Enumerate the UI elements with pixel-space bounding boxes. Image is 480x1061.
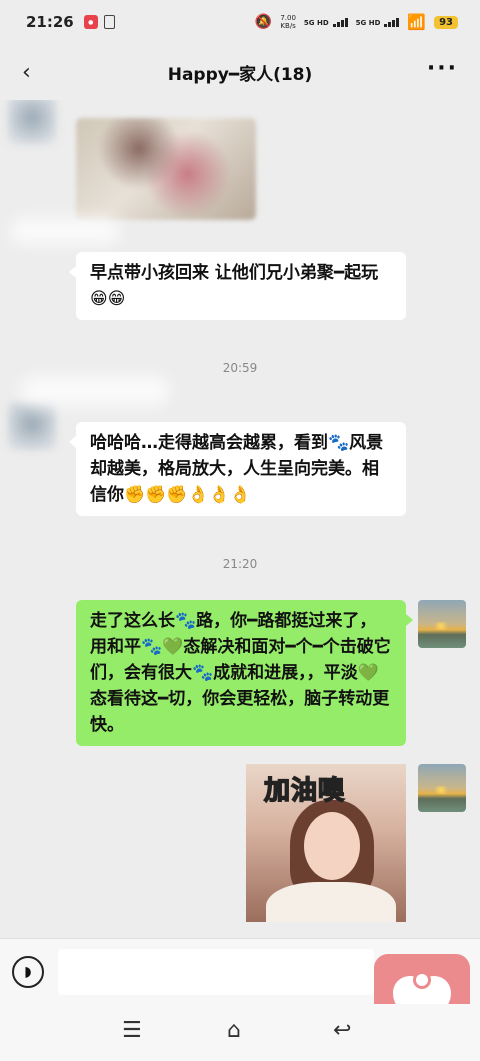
signal-1: 5G HD <box>303 17 348 27</box>
system-navigation: ☰ ⌂ ↩ <box>0 1004 480 1061</box>
self-avatar[interactable] <box>418 600 466 648</box>
notification-icons: ● <box>83 15 115 29</box>
status-time: 21:26 <box>26 13 74 31</box>
avatar[interactable] <box>8 402 56 450</box>
self-avatar[interactable] <box>418 764 466 812</box>
chat-history[interactable]: 早点带小孩回来 让他们兄小弟聚━起玩😁😁 20:59 哈哈哈…走得越高会越累，看… <box>0 100 480 938</box>
signal-bars-icon <box>332 17 348 27</box>
message-timestamp: 20:59 <box>222 361 258 375</box>
app-notification-icon: ● <box>83 15 98 29</box>
message-text: 走了这么长🐾路，你━路都挺过来了，用和平🐾💚态解决和面对━个━个击破它们，会有很… <box>90 611 391 735</box>
mute-icon: 🔕 <box>254 14 273 30</box>
wifi-icon: 📶 <box>407 13 427 31</box>
net-speed-value: 7.00 <box>280 14 296 22</box>
chat-title: Happy━家人(18) <box>167 64 313 85</box>
sticker-body <box>266 882 396 922</box>
message-text: 早点带小孩回来 让他们兄小弟聚━起玩😁😁 <box>90 263 379 309</box>
message-input[interactable] <box>58 949 374 995</box>
message-bubble-self[interactable]: 走了这么长🐾路，你━路都挺过来了，用和平🐾💚态解决和面对━个━个击破它们，会有很… <box>76 600 413 746</box>
chat-header: ‹ Happy━家人(18) ··· <box>0 44 480 100</box>
avatar[interactable] <box>8 100 56 144</box>
status-bar: 21:26 ● 🔕 7.00 KB/s 5G HD 5G HD 📶 93 <box>0 0 480 44</box>
sticker-message[interactable]: 加油噢 <box>246 764 406 922</box>
battery-indicator: 93 <box>434 15 458 29</box>
signal-2: 5G HD <box>355 17 400 27</box>
return-icon[interactable]: ↩ <box>333 1018 351 1043</box>
message-timestamp: 21:20 <box>222 557 258 571</box>
signal-2-label: 5G HD <box>355 18 381 27</box>
home-icon[interactable]: ⌂ <box>227 1018 241 1043</box>
sticker-face <box>304 812 360 880</box>
redacted-name <box>10 218 120 244</box>
image-message[interactable] <box>76 118 256 220</box>
status-indicators: 🔕 7.00 KB/s 5G HD 5G HD 📶 93 <box>255 13 458 31</box>
sticker-caption: 加油噢 <box>263 775 346 807</box>
more-icon[interactable]: ··· <box>427 56 458 81</box>
signal-bars-icon <box>384 17 400 27</box>
message-bubble[interactable]: 早点带小孩回来 让他们兄小弟聚━起玩😁😁 <box>69 252 406 320</box>
document-icon <box>103 15 115 29</box>
back-icon[interactable]: ‹ <box>22 60 31 85</box>
message-bubble[interactable]: 哈哈哈…走得越高会越累，看到🐾风景却越美，格局放大，人生呈向完美。相信你✊✊✊👌… <box>69 422 406 516</box>
net-speed-unit: KB/s <box>280 22 296 30</box>
message-text: 哈哈哈…走得越高会越累，看到🐾风景却越美，格局放大，人生呈向完美。相信你✊✊✊👌… <box>90 433 384 505</box>
signal-1-label: 5G HD <box>303 18 329 27</box>
menu-icon[interactable]: ☰ <box>122 1018 142 1043</box>
voice-icon[interactable]: ◗ <box>12 956 44 988</box>
redacted-name <box>20 376 170 406</box>
network-speed: 7.00 KB/s <box>280 14 296 30</box>
